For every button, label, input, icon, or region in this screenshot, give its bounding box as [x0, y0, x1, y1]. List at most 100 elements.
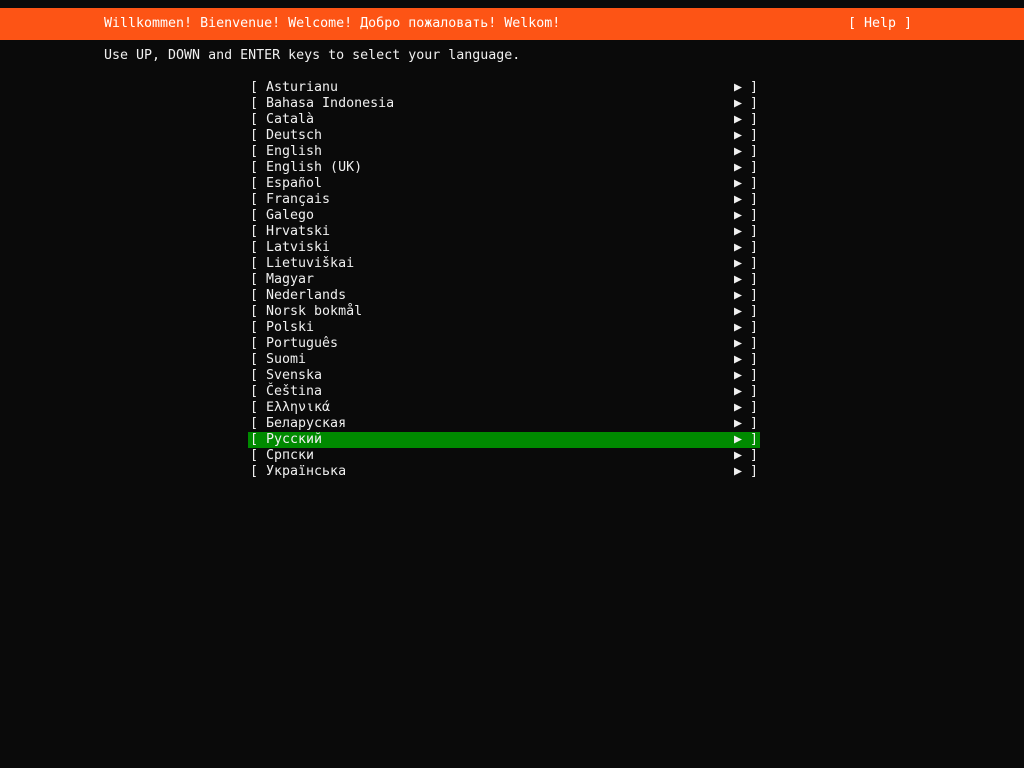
language-option[interactable]: [ Ελληνικά ▶ ] — [248, 400, 760, 416]
language-option[interactable]: [ Latviski ▶ ] — [248, 240, 760, 256]
arrow-right-icon: ▶ ] — [733, 112, 758, 127]
arrow-right-icon: ▶ ] — [733, 320, 758, 335]
language-label: Magyar — [266, 272, 315, 287]
language-name: [ Deutsch — [250, 128, 322, 144]
arrow-right-icon: ▶ ] — [733, 192, 758, 207]
language-label: Deutsch — [266, 128, 323, 143]
language-option[interactable]: [ Bahasa Indonesia ▶ ] — [248, 96, 760, 112]
language-name: [ Español — [250, 176, 322, 192]
arrow-right-icon: ▶ ] — [733, 224, 758, 239]
language-option[interactable]: [ Nederlands ▶ ] — [248, 288, 760, 304]
language-option[interactable]: [ Norsk bokmål ▶ ] — [248, 304, 760, 320]
language-option[interactable]: [ Magyar ▶ ] — [248, 272, 760, 288]
language-name: [ Magyar — [250, 272, 314, 288]
language-option[interactable]: [ Українська ▶ ] — [248, 464, 760, 480]
language-option[interactable]: [ Hrvatski ▶ ] — [248, 224, 760, 240]
language-label: Suomi — [266, 352, 307, 367]
arrow-right-icon: ▶ ] — [733, 336, 758, 351]
language-option[interactable]: [ Galego ▶ ] — [248, 208, 760, 224]
language-option[interactable]: [ Српски ▶ ] — [248, 448, 760, 464]
bracket-open: [ — [250, 400, 267, 415]
language-label: Svenska — [266, 368, 323, 383]
language-label: Asturianu — [266, 80, 339, 95]
language-option[interactable]: [ Deutsch ▶ ] — [248, 128, 760, 144]
bracket-open: [ — [250, 176, 267, 191]
language-option[interactable]: [ Français ▶ ] — [248, 192, 760, 208]
language-option[interactable]: [ Suomi ▶ ] — [248, 352, 760, 368]
bracket-open: [ — [250, 464, 267, 479]
language-name: [ Suomi — [250, 352, 306, 368]
language-name: [ Lietuviškai — [250, 256, 354, 272]
language-name: [ Français — [250, 192, 330, 208]
language-name: [ Nederlands — [250, 288, 346, 304]
arrow-right-icon: ▶ ] — [733, 256, 758, 271]
language-label: Српски — [266, 448, 315, 463]
bracket-open: [ — [250, 416, 267, 431]
language-option[interactable]: [ Беларуская ▶ ] — [248, 416, 760, 432]
arrow-right-icon: ▶ ] — [733, 176, 758, 191]
language-name: [ Ελληνικά — [250, 400, 330, 416]
bracket-open: [ — [250, 144, 267, 159]
language-option[interactable]: [ Català ▶ ] — [248, 112, 760, 128]
bracket-open: [ — [250, 192, 267, 207]
language-option[interactable]: [ English ▶ ] — [248, 144, 760, 160]
bracket-open: [ — [250, 368, 267, 383]
bracket-open: [ — [250, 304, 267, 319]
language-option[interactable]: [ Polski ▶ ] — [248, 320, 760, 336]
arrow-right-icon: ▶ ] — [733, 384, 758, 399]
language-name: [ Српски — [250, 448, 314, 464]
bracket-open: [ — [250, 352, 267, 367]
arrow-right-icon: ▶ ] — [733, 368, 758, 383]
language-option[interactable]: [ Português ▶ ] — [248, 336, 760, 352]
language-label: Ελληνικά — [266, 400, 331, 415]
arrow-right-icon: ▶ ] — [733, 352, 758, 367]
language-label: Norsk bokmål — [266, 304, 363, 319]
bracket-open: [ — [250, 240, 267, 255]
bracket-open: [ — [250, 432, 267, 447]
bracket-open: [ — [250, 160, 267, 175]
language-name: [ English — [250, 144, 322, 160]
language-name: [ Беларуская — [250, 416, 346, 432]
arrow-right-icon: ▶ ] — [733, 464, 758, 479]
bracket-open: [ — [250, 256, 267, 271]
bracket-open: [ — [250, 128, 267, 143]
bracket-open: [ — [250, 208, 267, 223]
bracket-open: [ — [250, 224, 267, 239]
language-option[interactable]: [ Lietuviškai ▶ ] — [248, 256, 760, 272]
language-label: Bahasa Indonesia — [266, 96, 395, 111]
language-option[interactable]: [ Español ▶ ] — [248, 176, 760, 192]
header-bar: Willkommen! Bienvenue! Welcome! Добро по… — [0, 8, 1024, 40]
language-label: Hrvatski — [266, 224, 331, 239]
language-option[interactable]: [ English (UK) ▶ ] — [248, 160, 760, 176]
language-label: Lietuviškai — [266, 256, 355, 271]
language-name: [ Polski — [250, 320, 314, 336]
instructions: Use UP, DOWN and ENTER keys to select yo… — [104, 48, 521, 63]
help-button[interactable]: [ Help ] — [848, 16, 912, 32]
language-option[interactable]: [ Čeština ▶ ] — [248, 384, 760, 400]
arrow-right-icon: ▶ ] — [733, 272, 758, 287]
language-label: Українська — [266, 464, 347, 479]
arrow-right-icon: ▶ ] — [733, 304, 758, 319]
arrow-right-icon: ▶ ] — [733, 400, 758, 415]
language-label: Latviski — [266, 240, 331, 255]
bracket-open: [ — [250, 80, 267, 95]
language-name: [ Čeština — [250, 384, 322, 400]
language-name: [ English (UK) — [250, 160, 362, 176]
language-name: [ Русский — [250, 432, 322, 448]
language-list: [ Asturianu ▶ ][ Bahasa Indonesia ▶ ][ Cat… — [248, 80, 760, 480]
language-label: Polski — [266, 320, 315, 335]
arrow-right-icon: ▶ ] — [733, 288, 758, 303]
language-option[interactable]: [ Svenska ▶ ] — [248, 368, 760, 384]
language-name: [ Hrvatski — [250, 224, 330, 240]
language-label: English — [266, 144, 323, 159]
language-name: [ Norsk bokmål — [250, 304, 362, 320]
language-label: Português — [266, 336, 339, 351]
language-option[interactable]: [ Asturianu ▶ ] — [248, 80, 760, 96]
arrow-right-icon: ▶ ] — [733, 160, 758, 175]
language-label: English (UK) — [266, 160, 363, 175]
language-name: [ Català — [250, 112, 314, 128]
arrow-right-icon: ▶ ] — [733, 448, 758, 463]
arrow-right-icon: ▶ ] — [733, 240, 758, 255]
bracket-open: [ — [250, 288, 267, 303]
language-option[interactable]: [ Русский ▶ ] — [248, 432, 760, 448]
